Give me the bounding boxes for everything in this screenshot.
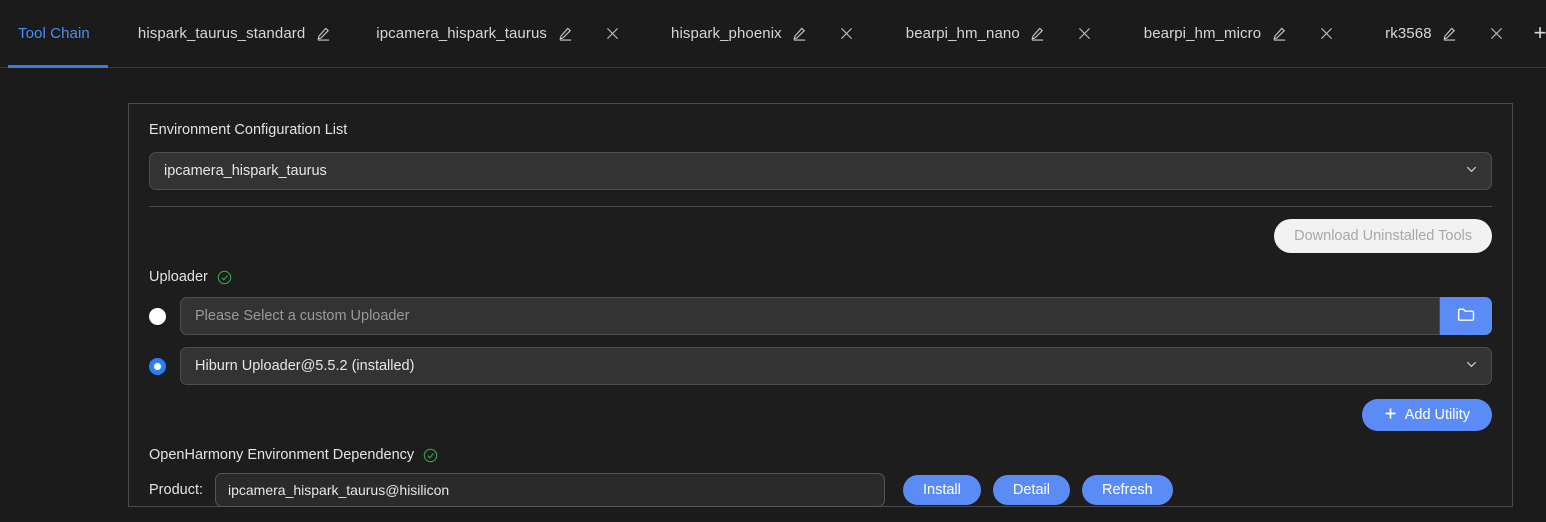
pencil-icon[interactable] (314, 25, 332, 43)
uploader-custom-radio[interactable] (149, 308, 166, 325)
uploader-custom-row: Please Select a custom Uploader (149, 297, 1492, 335)
download-button-label: Download Uninstalled Tools (1294, 228, 1472, 244)
add-utility-button[interactable]: Add Utility (1362, 399, 1492, 431)
detail-button-label: Detail (1013, 482, 1050, 498)
env-config-select[interactable]: ipcamera_hispark_taurus (149, 152, 1492, 190)
uploader-installed-radio[interactable] (149, 358, 166, 375)
pencil-icon[interactable] (1441, 25, 1459, 43)
uploader-installed-value: Hiburn Uploader@5.5.2 (installed) (195, 358, 414, 374)
tab-label: Tool Chain (18, 25, 90, 42)
tab-label: hispark_phoenix (671, 25, 782, 42)
tab-label: hispark_taurus_standard (138, 25, 305, 42)
pencil-icon[interactable] (1029, 25, 1047, 43)
folder-icon (1456, 304, 1477, 328)
close-icon[interactable] (1070, 0, 1100, 67)
tab-label: ipcamera_hispark_taurus (376, 25, 547, 42)
tab-label: bearpi_hm_micro (1144, 25, 1261, 42)
env-config-title: Environment Configuration List (149, 122, 1492, 138)
tab-rk3568[interactable]: rk3568 (1363, 0, 1533, 67)
dependency-title-label: OpenHarmony Environment Dependency (149, 447, 414, 463)
tab-bearpi-hm-micro[interactable]: bearpi_hm_micro (1122, 0, 1363, 67)
tab-hispark-taurus-standard[interactable]: hispark_taurus_standard (116, 0, 354, 67)
uploader-title-label: Uploader (149, 269, 208, 285)
env-config-title-label: Environment Configuration List (149, 122, 347, 138)
close-icon[interactable] (1482, 0, 1512, 67)
detail-button[interactable]: Detail (993, 475, 1070, 505)
install-button-label: Install (923, 482, 961, 498)
close-icon[interactable] (597, 0, 627, 67)
product-row: Product: ipcamera_hispark_taurus@hisilic… (149, 473, 1492, 507)
close-icon[interactable] (832, 0, 862, 67)
env-config-selected-value: ipcamera_hispark_taurus (164, 163, 327, 179)
uploader-custom-input[interactable]: Please Select a custom Uploader (180, 297, 1440, 335)
tab-bar: Tool Chain hispark_taurus_standard ipcam… (0, 0, 1546, 68)
tab-label: bearpi_hm_nano (906, 25, 1020, 42)
check-circle-icon (423, 448, 438, 463)
refresh-button-label: Refresh (1102, 482, 1153, 498)
pencil-icon[interactable] (791, 25, 809, 43)
dependency-buttons: Install Detail Refresh (903, 475, 1173, 505)
plus-icon (1384, 407, 1397, 424)
tab-ipcamera-hispark-taurus[interactable]: ipcamera_hispark_taurus (354, 0, 649, 67)
product-input[interactable]: ipcamera_hispark_taurus@hisilicon (215, 473, 885, 507)
pencil-icon[interactable] (556, 25, 574, 43)
uploader-installed-row: Hiburn Uploader@5.5.2 (installed) (149, 347, 1492, 385)
refresh-button[interactable]: Refresh (1082, 475, 1173, 505)
uploader-browse-button[interactable] (1440, 297, 1492, 335)
add-tab-button[interactable]: + (1534, 0, 1546, 67)
chevron-down-icon (1464, 162, 1479, 181)
uploader-installed-select[interactable]: Hiburn Uploader@5.5.2 (installed) (180, 347, 1492, 385)
check-circle-icon (217, 270, 232, 285)
tab-bearpi-hm-nano[interactable]: bearpi_hm_nano (884, 0, 1122, 67)
close-icon[interactable] (1311, 0, 1341, 67)
panel-divider (149, 206, 1492, 207)
pencil-icon[interactable] (1270, 25, 1288, 43)
tab-label: rk3568 (1385, 25, 1431, 42)
install-button[interactable]: Install (903, 475, 981, 505)
chevron-down-icon (1464, 357, 1479, 376)
tab-tool-chain[interactable]: Tool Chain (0, 0, 116, 67)
plus-icon: + (1534, 20, 1546, 46)
tab-hispark-phoenix[interactable]: hispark_phoenix (649, 0, 884, 67)
uploader-title: Uploader (149, 269, 1492, 285)
environment-config-panel: Environment Configuration List ipcamera_… (128, 103, 1513, 507)
dependency-title: OpenHarmony Environment Dependency (149, 447, 1492, 463)
add-utility-label: Add Utility (1405, 407, 1470, 423)
download-uninstalled-tools-button[interactable]: Download Uninstalled Tools (1274, 219, 1492, 253)
product-label: Product: (149, 482, 203, 498)
